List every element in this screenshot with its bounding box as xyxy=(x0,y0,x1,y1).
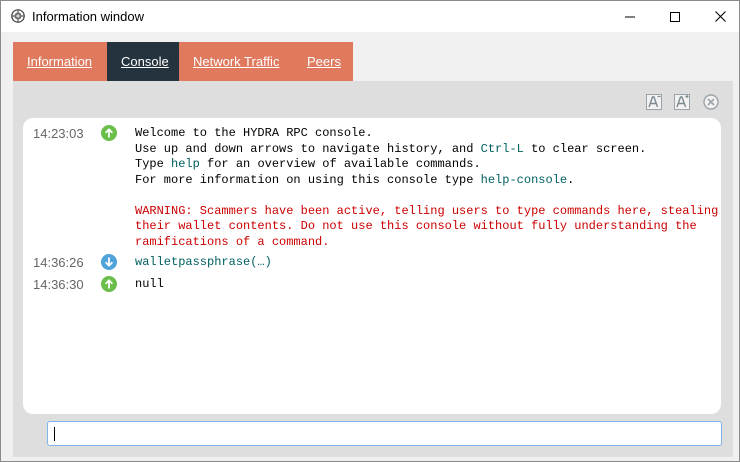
shortcut-text: Ctrl-L xyxy=(480,141,524,156)
command-text: help-console xyxy=(480,172,568,187)
tab-information[interactable]: Information xyxy=(13,42,107,81)
tab-bar: Information Console Network Traffic Peer… xyxy=(13,42,353,81)
reply-arrow-icon xyxy=(101,125,117,141)
request-arrow-icon xyxy=(101,254,117,270)
help-text: Type xyxy=(135,157,172,171)
reply-text: null xyxy=(135,277,164,291)
tab-peers-label: Peers xyxy=(307,54,341,69)
command-text: walletpassphrase(…) xyxy=(135,255,272,269)
help-text: to clear screen. xyxy=(523,141,647,156)
console-messages[interactable]: 14:23:03 Welcome to the HYDRA RPC consol… xyxy=(23,118,721,414)
message-timestamp: 14:23:03 xyxy=(33,126,84,141)
tab-network-traffic-label: Network Traffic xyxy=(193,54,280,69)
message-timestamp: 14:36:26 xyxy=(33,255,84,270)
command-text: help xyxy=(171,157,200,171)
welcome-message: Welcome to the HYDRA RPC console. Use up… xyxy=(135,126,719,250)
help-text: for an overview of available commands. xyxy=(199,157,481,171)
help-text: Use up and down arrows to navigate histo… xyxy=(135,141,481,156)
tab-console-label: Console xyxy=(121,54,169,69)
console-panel: 14:23:03 Welcome to the HYDRA RPC consol… xyxy=(13,81,733,457)
close-window-button[interactable] xyxy=(697,1,739,32)
information-window: Information window Information Console N… xyxy=(0,0,740,462)
reply-arrow-icon xyxy=(101,276,117,292)
message-timestamp: 14:36:30 xyxy=(33,277,84,292)
text-caret xyxy=(54,427,55,441)
tab-information-label: Information xyxy=(27,54,93,69)
maximize-icon xyxy=(670,11,680,22)
welcome-line: Welcome to the HYDRA RPC console. xyxy=(135,126,373,140)
reply-message: null xyxy=(135,277,715,293)
minimize-icon xyxy=(625,16,635,17)
hydra-app-icon xyxy=(11,9,25,23)
close-icon xyxy=(714,11,726,22)
tab-peers[interactable]: Peers xyxy=(293,42,353,81)
clear-console-icon[interactable] xyxy=(703,94,719,110)
minimize-button[interactable] xyxy=(607,1,653,32)
font-smaller-icon[interactable] xyxy=(646,94,662,110)
help-text: For more information on using this conso… xyxy=(135,172,481,187)
title-bar: Information window xyxy=(1,1,739,32)
console-input[interactable] xyxy=(47,421,722,446)
warning-line: ramifications of a command. xyxy=(135,234,330,249)
warning-line: WARNING: Scammers have been active, tell… xyxy=(135,203,719,218)
tab-network-traffic[interactable]: Network Traffic xyxy=(179,42,293,81)
command-message: walletpassphrase(…) xyxy=(135,255,715,271)
tab-console[interactable]: Console xyxy=(107,42,179,81)
window-content: Information Console Network Traffic Peer… xyxy=(1,32,739,461)
font-larger-icon[interactable] xyxy=(674,94,690,110)
warning-line: their wallet contents. Do not use this c… xyxy=(135,219,697,233)
maximize-button[interactable] xyxy=(652,1,698,32)
help-text: . xyxy=(567,172,575,187)
window-title: Information window xyxy=(32,9,144,24)
